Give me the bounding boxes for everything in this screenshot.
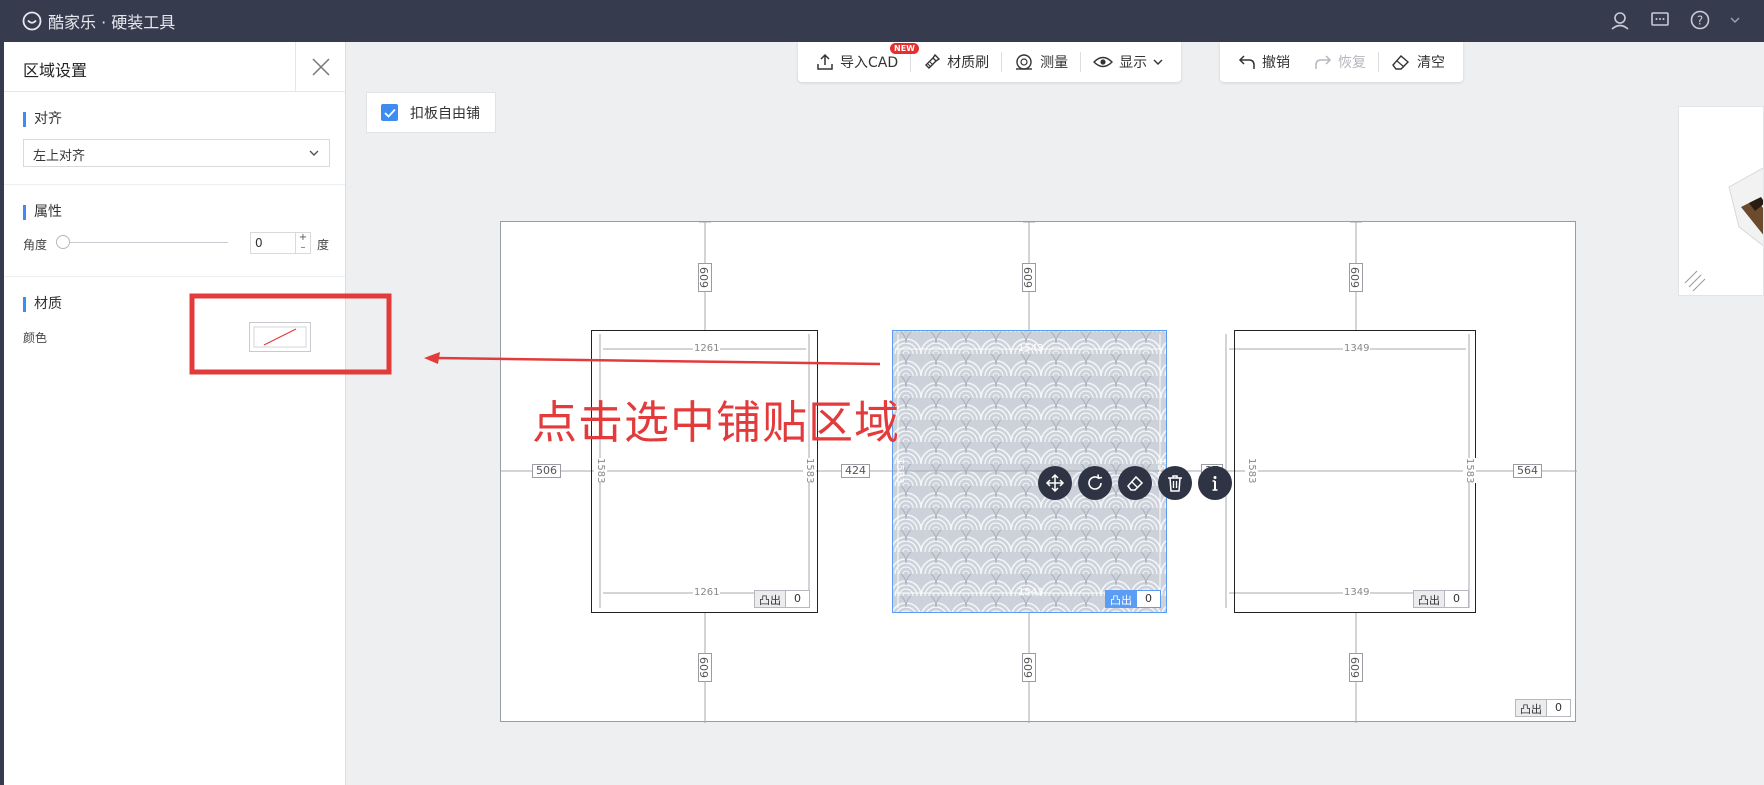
3d-preview-panel[interactable] [1678, 106, 1764, 296]
preview-thumbnail [1679, 107, 1763, 295]
annotation-text: 点击选中铺贴区域 [532, 396, 901, 449]
